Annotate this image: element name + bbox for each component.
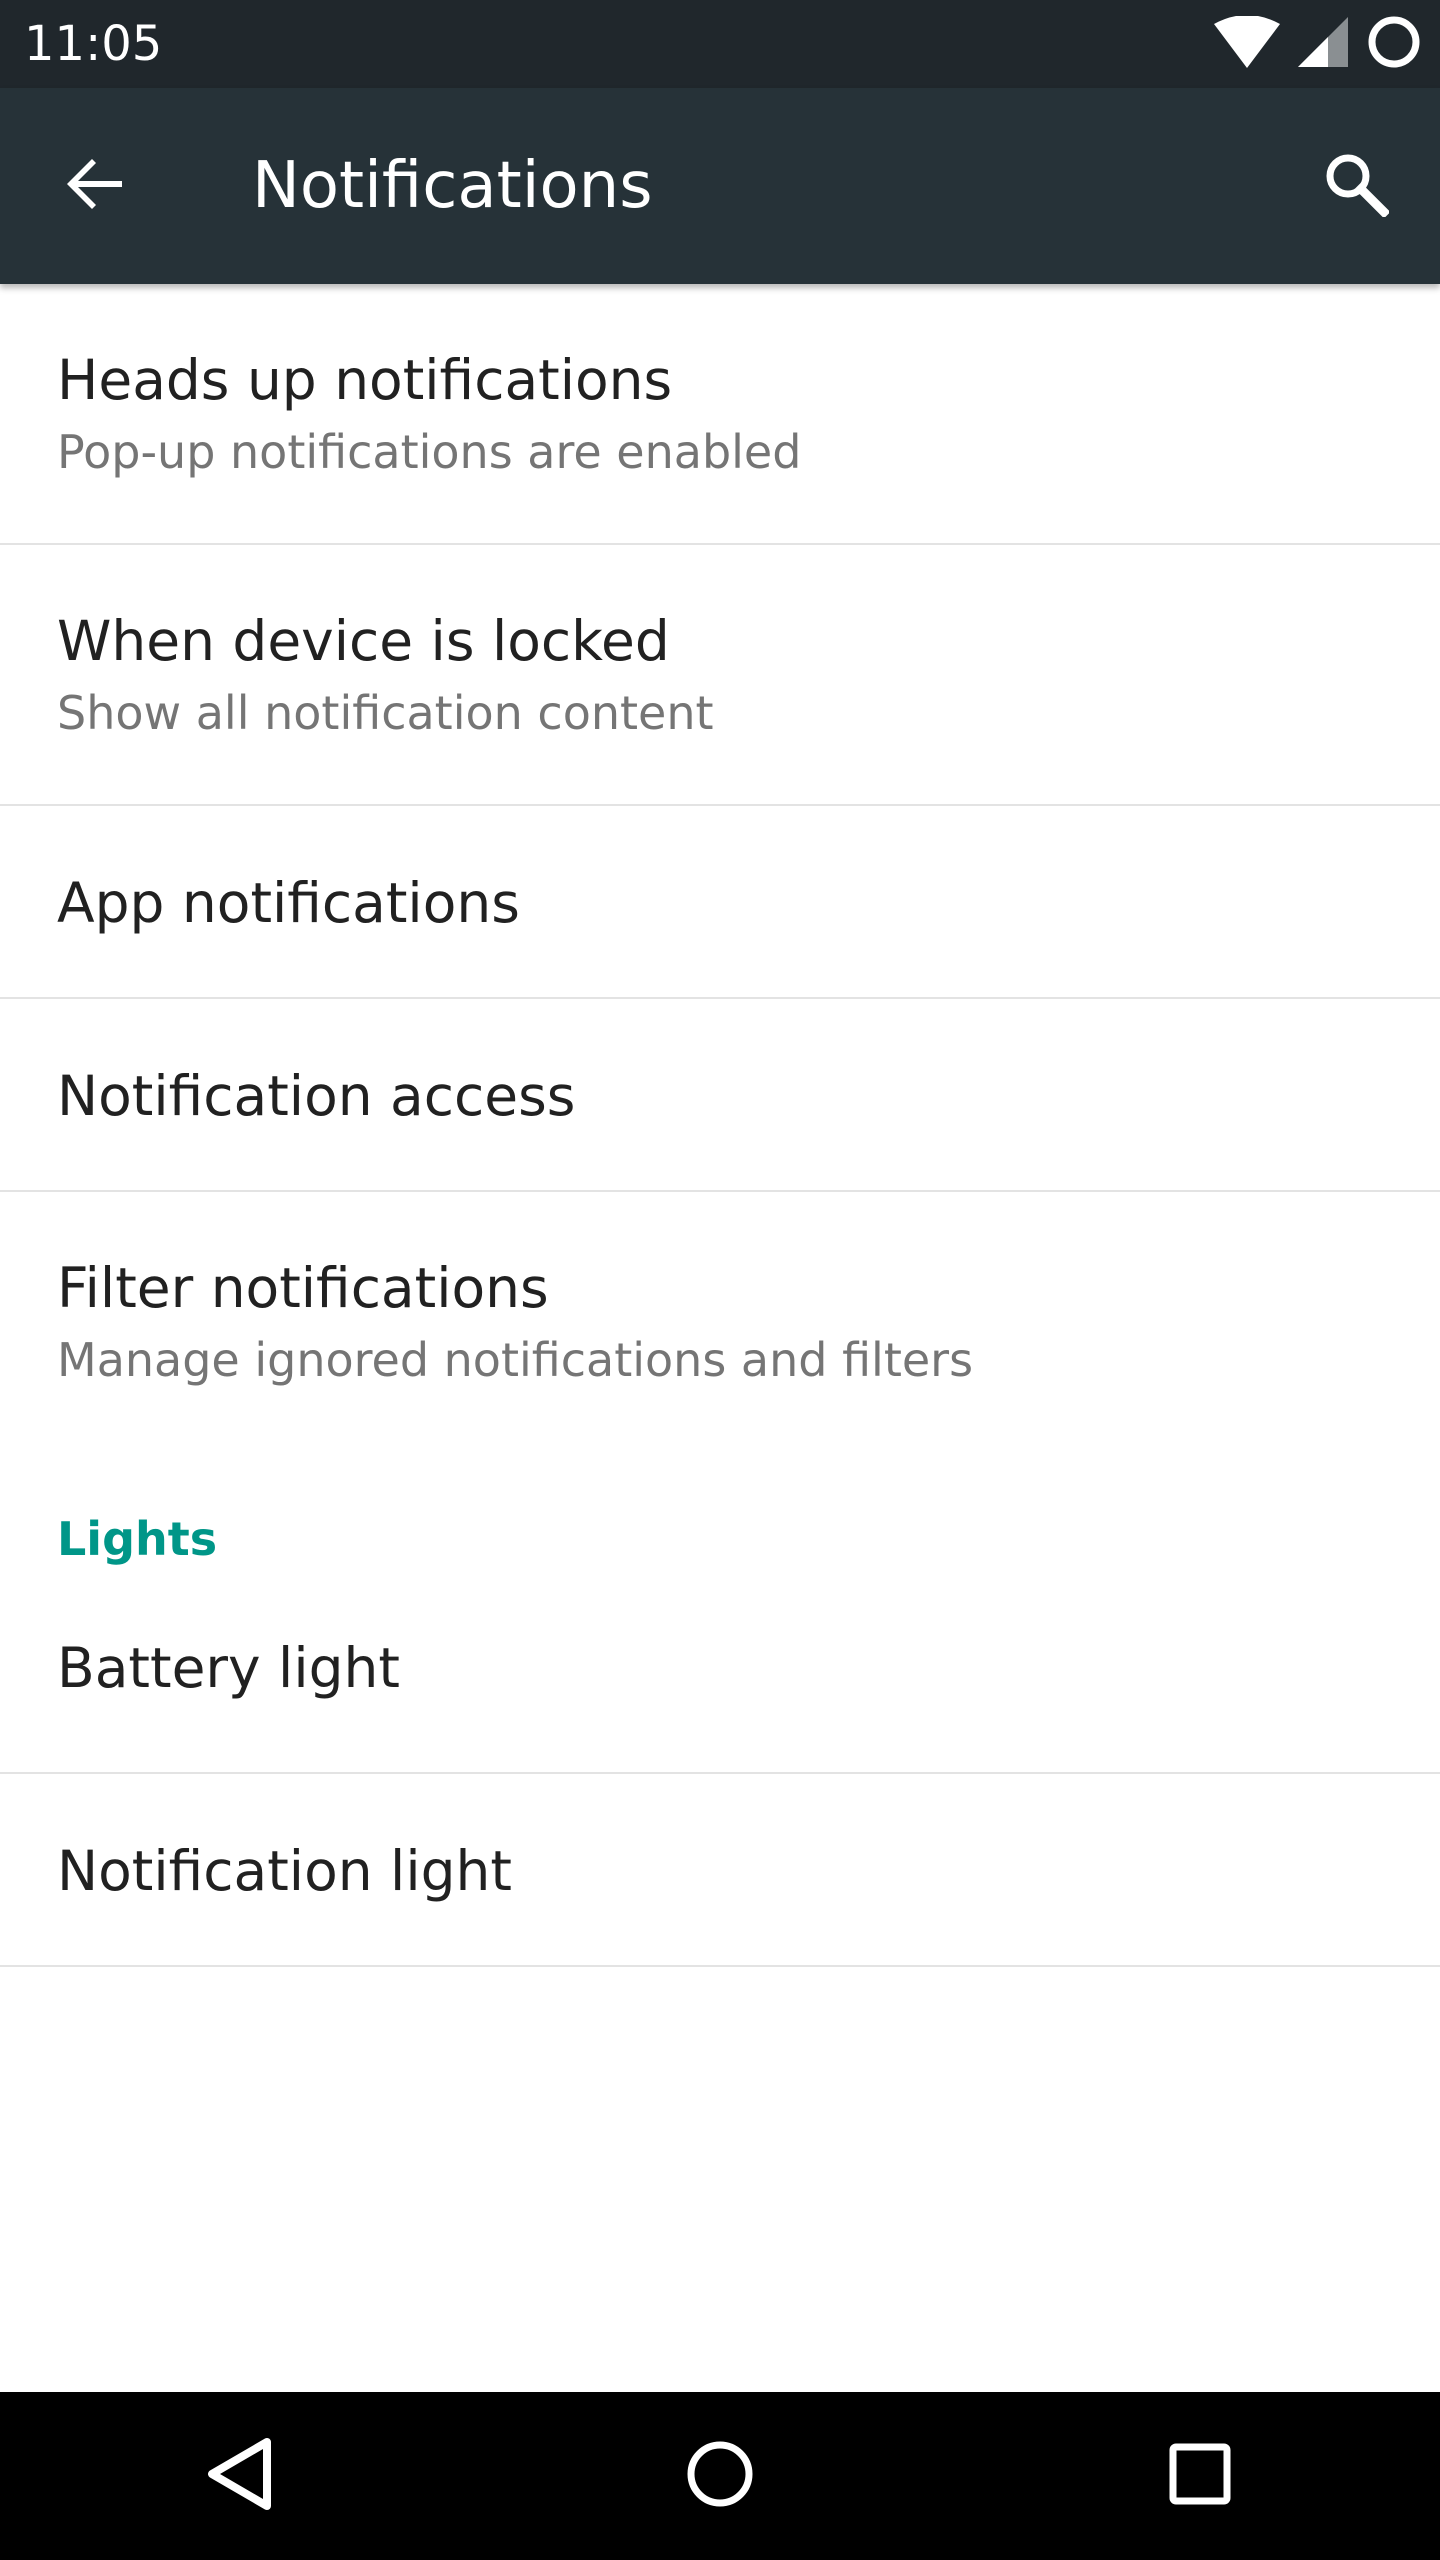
nav-home-button[interactable]: [660, 2416, 780, 2536]
search-icon: [1323, 151, 1391, 221]
battery-light-item[interactable]: Battery light: [0, 1593, 1440, 1774]
cell-signal-icon: [1298, 17, 1348, 71]
notifications-settings-screen: 11:05 Notifications Heads up notificatio…: [0, 0, 1440, 2560]
navigation-bar: [0, 2392, 1440, 2560]
nav-back-button[interactable]: [180, 2416, 300, 2536]
arrow-back-icon: [66, 154, 126, 218]
app-bar: Notifications: [0, 88, 1440, 284]
nav-recents-button[interactable]: [1140, 2416, 1260, 2536]
category-label: Lights: [57, 1512, 218, 1566]
sync-icon: [1366, 14, 1422, 74]
item-title: Notification light: [57, 1839, 512, 1903]
item-summary: Show all notification content: [57, 686, 714, 740]
item-title: Heads up notifications: [57, 348, 673, 412]
page-title: Notifications: [252, 149, 653, 223]
item-title: App notifications: [57, 871, 520, 935]
search-button[interactable]: [1308, 138, 1404, 234]
item-title: Battery light: [57, 1636, 400, 1700]
status-time: 11:05: [24, 16, 163, 72]
status-icons: [1214, 14, 1422, 74]
recents-square-icon: [1168, 2442, 1232, 2510]
settings-list: Heads up notifications Pop-up notificati…: [0, 284, 1440, 1967]
item-title: Filter notifications: [57, 1256, 549, 1320]
item-summary: Manage ignored notifications and filters: [57, 1333, 974, 1387]
lights-category-header: Lights: [0, 1453, 1440, 1593]
notification-access-item[interactable]: Notification access: [0, 999, 1440, 1192]
notification-light-item[interactable]: Notification light: [0, 1774, 1440, 1967]
item-title: When device is locked: [57, 609, 670, 673]
back-triangle-icon: [205, 2436, 275, 2516]
home-circle-icon: [685, 2439, 755, 2513]
heads-up-notifications-item[interactable]: Heads up notifications Pop-up notificati…: [0, 284, 1440, 545]
back-button[interactable]: [48, 138, 144, 234]
app-notifications-item[interactable]: App notifications: [0, 806, 1440, 999]
status-bar: 11:05: [0, 0, 1440, 88]
filter-notifications-item[interactable]: Filter notifications Manage ignored noti…: [0, 1192, 1440, 1453]
item-title: Notification access: [57, 1064, 576, 1128]
wifi-icon: [1214, 15, 1280, 72]
when-device-locked-item[interactable]: When device is locked Show all notificat…: [0, 545, 1440, 806]
item-summary: Pop-up notifications are enabled: [57, 425, 802, 479]
